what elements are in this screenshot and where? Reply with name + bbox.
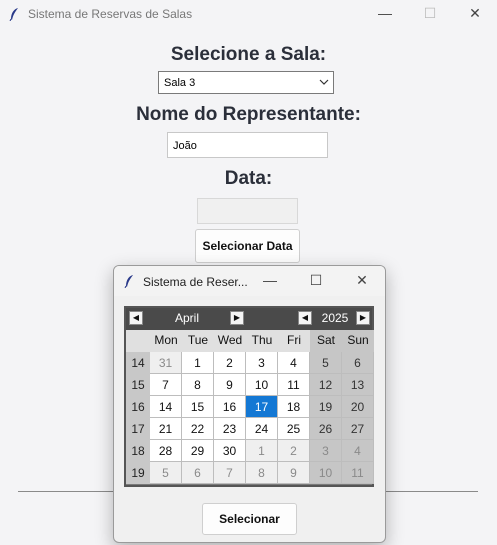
calendar-day[interactable]: 2: [214, 352, 246, 374]
calendar-day[interactable]: 12: [310, 374, 342, 396]
dialog-maximize-button[interactable]: ☐: [306, 272, 326, 289]
next-year-button[interactable]: ▶: [356, 311, 370, 325]
calendar-day[interactable]: 6: [342, 352, 374, 374]
room-heading: Selecione a Sala:: [170, 44, 327, 65]
year-label: 2025: [321, 311, 349, 325]
calendar-day[interactable]: 6: [182, 462, 214, 484]
date-dialog: Sistema de Reser... — ☐ ✕ ◀ April ▶ ◀ 20…: [113, 265, 386, 543]
main-title-bar: Sistema de Reservas de Salas — ☐ ✕: [0, 0, 497, 28]
calendar-day[interactable]: 8: [182, 374, 214, 396]
weekday-header: Thu: [246, 330, 278, 352]
select-button[interactable]: Selecionar: [202, 503, 297, 535]
representative-input[interactable]: João: [167, 132, 328, 158]
calendar-day[interactable]: 24: [246, 418, 278, 440]
weekday-header: Wed: [214, 330, 246, 352]
weekday-header: Tue: [182, 330, 214, 352]
weekday-header: Mon: [150, 330, 182, 352]
maximize-button[interactable]: ☐: [420, 5, 440, 22]
calendar-corner: [126, 330, 150, 352]
calendar-day[interactable]: 2: [278, 440, 310, 462]
calendar-day[interactable]: 14: [150, 396, 182, 418]
calendar-day[interactable]: 9: [278, 462, 310, 484]
feather-app-icon: [9, 7, 19, 21]
representative-input-value: João: [173, 140, 197, 152]
calendar-day[interactable]: 9: [214, 374, 246, 396]
date-input[interactable]: [197, 198, 298, 224]
calendar-day-selected[interactable]: 17: [246, 396, 278, 418]
close-button[interactable]: ✕: [465, 5, 485, 22]
dialog-close-button[interactable]: ✕: [352, 272, 372, 289]
calendar-day[interactable]: 8: [246, 462, 278, 484]
calendar-day[interactable]: 19: [310, 396, 342, 418]
calendar-day[interactable]: 23: [214, 418, 246, 440]
calendar-day[interactable]: 4: [278, 352, 310, 374]
month-label: April: [174, 311, 199, 325]
calendar-day[interactable]: 4: [342, 440, 374, 462]
calendar-day[interactable]: 26: [310, 418, 342, 440]
date-heading: Data:: [224, 168, 273, 189]
calendar-day[interactable]: 18: [278, 396, 310, 418]
calendar-day[interactable]: 10: [246, 374, 278, 396]
minimize-button[interactable]: —: [375, 5, 395, 21]
calendar-day[interactable]: 1: [246, 440, 278, 462]
week-number: 19: [126, 462, 150, 484]
calendar-day[interactable]: 25: [278, 418, 310, 440]
week-number: 15: [126, 374, 150, 396]
calendar-day[interactable]: 3: [246, 352, 278, 374]
calendar-day[interactable]: 7: [150, 374, 182, 396]
weekday-header: Sat: [310, 330, 342, 352]
calendar-day[interactable]: 21: [150, 418, 182, 440]
calendar-day[interactable]: 22: [182, 418, 214, 440]
weekday-header: Sun: [342, 330, 374, 352]
weekday-header: Fri: [278, 330, 310, 352]
calendar-day[interactable]: 11: [278, 374, 310, 396]
window-title: Sistema de Reservas de Salas: [28, 7, 193, 21]
room-select-value: Sala 3: [164, 77, 196, 89]
calendar: ◀ April ▶ ◀ 2025 ▶ Mon Tue Wed Thu Fri Sat Sun…: [124, 306, 374, 487]
calendar-day[interactable]: 10: [310, 462, 342, 484]
calendar-day[interactable]: 5: [310, 352, 342, 374]
dialog-title: Sistema de Reser...: [143, 275, 248, 289]
calendar-day[interactable]: 29: [182, 440, 214, 462]
dialog-minimize-button[interactable]: —: [260, 272, 280, 288]
select-date-button[interactable]: Selecionar Data: [195, 229, 300, 263]
calendar-day[interactable]: 1: [182, 352, 214, 374]
calendar-day[interactable]: 31: [150, 352, 182, 374]
calendar-day[interactable]: 30: [214, 440, 246, 462]
representative-heading: Nome do Representante:: [136, 104, 361, 125]
prev-month-button[interactable]: ◀: [129, 311, 143, 325]
calendar-day[interactable]: 7: [214, 462, 246, 484]
week-number: 16: [126, 396, 150, 418]
calendar-day[interactable]: 28: [150, 440, 182, 462]
week-number: 18: [126, 440, 150, 462]
calendar-day[interactable]: 13: [342, 374, 374, 396]
calendar-day[interactable]: 15: [182, 396, 214, 418]
calendar-day[interactable]: 5: [150, 462, 182, 484]
calendar-day[interactable]: 3: [310, 440, 342, 462]
dialog-title-bar: Sistema de Reser... — ☐ ✕: [114, 266, 385, 296]
calendar-day[interactable]: 27: [342, 418, 374, 440]
prev-year-button[interactable]: ◀: [298, 311, 312, 325]
next-month-button[interactable]: ▶: [230, 311, 244, 325]
feather-app-icon: [124, 274, 134, 288]
week-number: 14: [126, 352, 150, 374]
week-number: 17: [126, 418, 150, 440]
calendar-day[interactable]: 20: [342, 396, 374, 418]
room-select[interactable]: Sala 3: [158, 71, 334, 94]
calendar-header: ◀ April ▶ ◀ 2025 ▶: [126, 308, 372, 330]
chevron-down-icon[interactable]: [319, 77, 329, 87]
calendar-day[interactable]: 16: [214, 396, 246, 418]
calendar-day[interactable]: 11: [342, 462, 374, 484]
